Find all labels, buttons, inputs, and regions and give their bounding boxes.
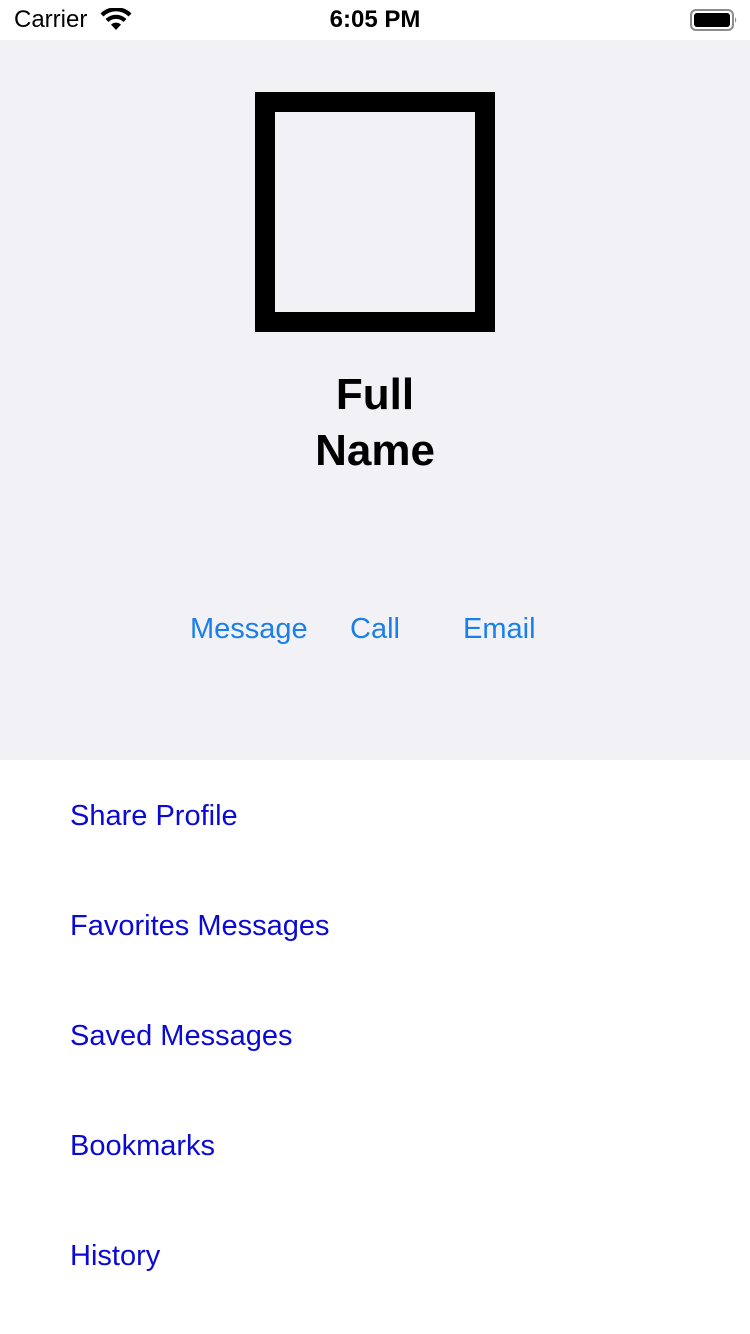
avatar-placeholder [255,92,495,332]
profile-screen: Carrier 6:05 PM Full Name Message Call E… [0,0,750,1334]
profile-header: Full Name Message Call Email [0,40,750,760]
profile-menu: Share Profile Favorites Messages Saved M… [0,760,750,1334]
menu-item-saved-messages[interactable]: Saved Messages [70,1016,292,1056]
full-name-label: Full Name [315,370,435,475]
status-bar: Carrier 6:05 PM [0,0,750,40]
battery-icon [690,9,737,31]
email-button[interactable]: Email [463,609,536,649]
menu-item-favorites-messages[interactable]: Favorites Messages [70,906,330,946]
message-button[interactable]: Message [190,609,308,649]
menu-item-bookmarks[interactable]: Bookmarks [70,1126,215,1166]
call-button[interactable]: Call [350,609,400,649]
menu-item-share-profile[interactable]: Share Profile [70,796,238,836]
status-time: 6:05 PM [329,6,421,33]
contact-actions: Message Call Email [0,609,750,649]
menu-item-history[interactable]: History [70,1236,160,1276]
